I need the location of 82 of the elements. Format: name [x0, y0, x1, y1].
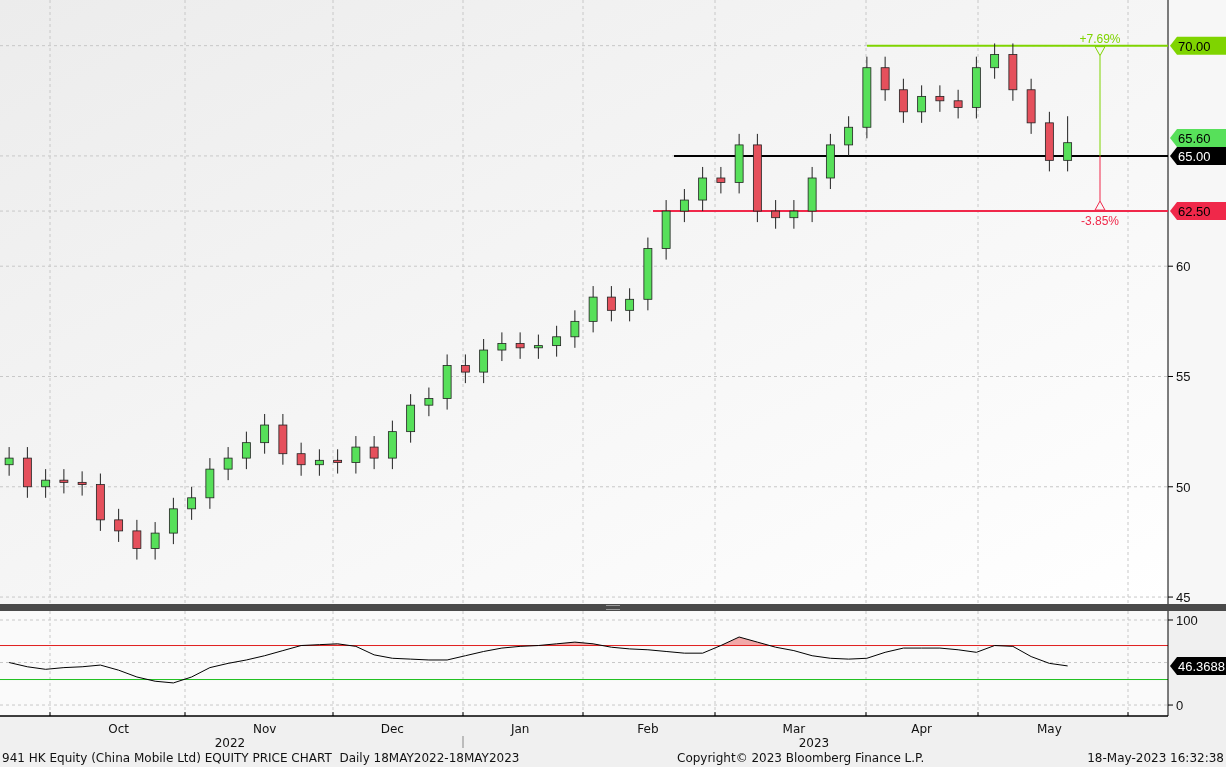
copyright-text: Copyright© 2023 Bloomberg Finance L.P.: [677, 750, 925, 765]
candlestick: [807, 166, 817, 223]
candlestick: [789, 199, 799, 230]
year-label: 2022: [214, 736, 246, 749]
candlestick: [935, 84, 945, 113]
candlestick: [242, 431, 251, 470]
candlestick: [771, 199, 781, 230]
candlestick: [1045, 111, 1054, 172]
candlestick: [388, 420, 397, 470]
candlestick: [625, 287, 635, 322]
candlestick: [41, 468, 51, 499]
month-label: Nov: [252, 722, 277, 737]
month-label: Mar: [782, 722, 806, 737]
candlestick: [953, 89, 963, 119]
ref-line-label: 70.00: [1178, 38, 1211, 54]
candlestick: [497, 331, 507, 362]
candlestick: [534, 334, 543, 360]
candlestick: [77, 470, 87, 497]
candlestick: [844, 115, 854, 157]
candlestick: [333, 448, 343, 475]
candlestick: [826, 133, 835, 190]
candlestick: [972, 56, 981, 119]
candlestick: [223, 446, 233, 481]
month-label: Dec: [380, 722, 404, 737]
candlestick: [607, 285, 616, 322]
candlestick: [59, 468, 69, 494]
timestamp: 18-May-2023 16:32:38: [1087, 750, 1224, 765]
candlestick: [588, 285, 598, 333]
axis-label: 100: [1176, 613, 1198, 629]
candlestick: [880, 56, 890, 102]
year-label: 2023: [798, 736, 830, 749]
month-label: Jan: [510, 722, 530, 737]
price-tag: 62.50: [1170, 202, 1226, 221]
candlestick: [23, 446, 32, 499]
candlestick: [1008, 42, 1018, 102]
value-tag: 46.3688: [1170, 657, 1226, 676]
candlestick: [369, 435, 379, 470]
candlestick: [570, 309, 580, 349]
month-label: Apr: [911, 722, 932, 737]
percent-label: +7.69%: [1079, 31, 1121, 46]
candlestick: [442, 353, 452, 411]
candlestick: [150, 521, 160, 561]
axis-label: 60: [1176, 259, 1191, 275]
candlestick: [680, 188, 689, 223]
candlestick: [716, 166, 726, 194]
candlestick: [515, 331, 525, 360]
candlestick: [4, 446, 14, 477]
candlestick: [205, 457, 215, 510]
month-label: May: [1036, 722, 1062, 737]
candlestick: [114, 508, 124, 543]
candlestick: [315, 448, 324, 477]
candlestick: [169, 497, 178, 545]
candlestick: [990, 42, 1000, 80]
candlestick: [95, 473, 105, 532]
axis-label: 50: [1176, 479, 1191, 495]
candlestick: [260, 413, 270, 455]
candlestick: [351, 435, 361, 475]
axis-label: 45: [1176, 590, 1191, 605]
axis-label: 55: [1176, 369, 1191, 385]
ref-line-label: 65.00: [1178, 148, 1211, 164]
percent-label: -3.85%: [1081, 214, 1119, 229]
axis-label: 0: [1176, 698, 1184, 714]
candlestick: [899, 78, 908, 124]
candlestick: [917, 84, 927, 124]
candlestick: [661, 199, 671, 261]
candlestick: [461, 353, 470, 384]
candlestick: [278, 413, 288, 466]
candlestick: [1063, 115, 1072, 172]
candlestick: [698, 166, 708, 212]
month-label: Feb: [637, 722, 659, 737]
candlestick: [424, 387, 434, 417]
ref-line-label: 62.50: [1178, 204, 1211, 220]
candlestick: [406, 393, 416, 444]
chart-title: 941 HK Equity (China Mobile Ltd) EQUITY PRICE CHART Daily 18MAY2022-18MAY2023: [2, 750, 521, 765]
month-label: Oct: [108, 722, 129, 737]
candlestick: [1026, 78, 1036, 135]
candlestick: [296, 442, 306, 477]
candlestick: [132, 519, 142, 561]
candlestick: [734, 133, 744, 194]
candlestick: [479, 338, 489, 384]
candlestick: [552, 325, 562, 358]
candlestick: [187, 486, 197, 521]
